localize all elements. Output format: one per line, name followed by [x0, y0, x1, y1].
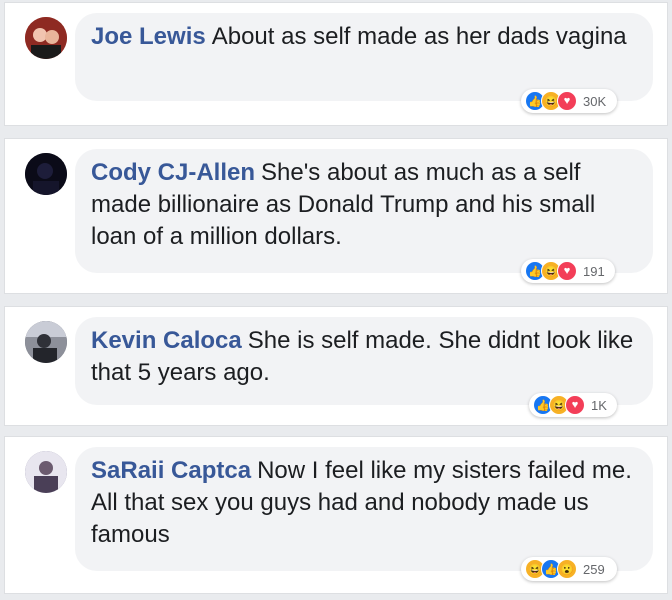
avatar-image [25, 17, 67, 59]
comment-bubble: SaRaii Captca Now I feel like my sisters … [75, 447, 653, 571]
reaction-summary[interactable]: 👍 😆 ♥ 30K [521, 89, 617, 113]
avatar-image [25, 451, 67, 493]
comment-bubble: Joe Lewis About as self made as her dads … [75, 13, 653, 101]
comment-bubble: Cody CJ-Allen She's about as much as a se… [75, 149, 653, 273]
reaction-summary[interactable]: 👍 😆 ♥ 191 [521, 259, 615, 283]
comment-card: Cody CJ-Allen She's about as much as a se… [4, 138, 668, 294]
comment-author-link[interactable]: Kevin Caloca [91, 327, 242, 354]
comment-author-link[interactable]: SaRaii Captca [91, 457, 251, 484]
love-reaction-icon: ♥ [557, 91, 577, 111]
comment-author-link[interactable]: Joe Lewis [91, 23, 206, 50]
comment-text: About as self made as her dads vagina [211, 23, 627, 50]
wow-reaction-icon: 😮 [557, 559, 577, 579]
reaction-count: 191 [583, 263, 605, 279]
avatar-image [25, 321, 67, 363]
avatar[interactable] [25, 17, 67, 59]
reaction-count: 1K [591, 397, 607, 413]
reaction-summary[interactable]: 😆 👍 😮 259 [521, 557, 617, 581]
avatar[interactable] [25, 153, 67, 195]
reaction-count: 259 [583, 561, 605, 577]
comment-author-link[interactable]: Cody CJ-Allen [91, 159, 255, 186]
comment-card: SaRaii Captca Now I feel like my sisters … [4, 436, 668, 594]
love-reaction-icon: ♥ [557, 261, 577, 281]
comment-bubble: Kevin Caloca She is self made. She didnt … [75, 317, 653, 405]
reaction-count: 30K [583, 93, 607, 109]
avatar[interactable] [25, 451, 67, 493]
reaction-summary[interactable]: 👍 😆 ♥ 1K [529, 393, 617, 417]
avatar-image [25, 153, 67, 195]
comment-card: Kevin Caloca She is self made. She didnt … [4, 306, 668, 426]
avatar[interactable] [25, 321, 67, 363]
comment-card: Joe Lewis About as self made as her dads … [4, 2, 668, 126]
love-reaction-icon: ♥ [565, 395, 585, 415]
